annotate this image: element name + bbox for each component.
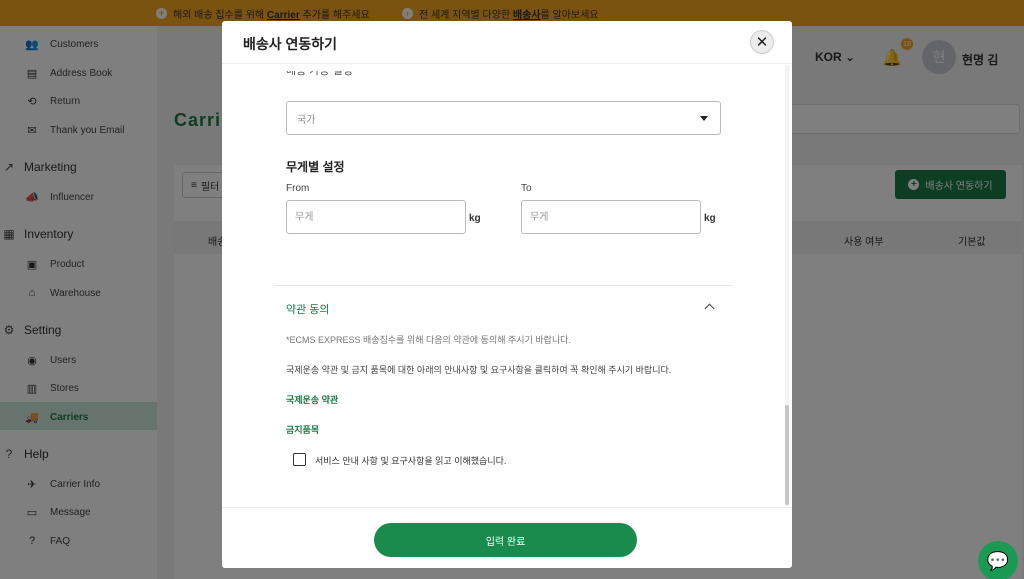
weight-section-title: 무게별 설정 — [286, 160, 345, 174]
agree-checkbox[interactable] — [293, 453, 306, 466]
weight-to-input[interactable] — [521, 200, 701, 234]
terms-intro: *ECMS EXPRESS 배송집수를 위해 다음의 약관에 동의해 주시기 바… — [286, 335, 571, 345]
country-select[interactable]: 국가 — [286, 101, 721, 135]
modal-footer: 입력 완료 — [222, 507, 792, 568]
international-terms-link[interactable]: 국제운송 약관 — [286, 393, 338, 406]
from-label: From — [286, 183, 310, 194]
close-button[interactable]: ✕ — [750, 30, 774, 54]
scrollbar-thumb[interactable] — [785, 405, 789, 505]
weight-from-input[interactable] — [286, 200, 466, 234]
weight-to-unit: kg — [704, 213, 716, 224]
close-icon: ✕ — [755, 34, 769, 51]
caret-down-icon — [700, 116, 708, 121]
weight-from-unit: kg — [469, 213, 481, 224]
prohibited-items-link[interactable]: 금지품목 — [286, 423, 319, 436]
to-label: To — [521, 183, 532, 194]
carrier-connect-modal: 배송사 연동하기 ✕ 배송 가능 설정 국가 무게별 설정 From kg To… — [222, 21, 792, 568]
terms-notice: 국제운송 약관 및 금지 품목에 대한 아래의 안내사항 및 요구사항을 클릭하… — [286, 365, 672, 375]
chat-icon[interactable]: 💬 — [978, 541, 1018, 579]
agree-label[interactable]: 서비스 안내 사항 및 요구사항을 읽고 이해했습니다. — [315, 454, 506, 467]
chevron-up-icon[interactable] — [704, 303, 715, 314]
terms-section-toggle[interactable]: 약관 동의 — [286, 301, 330, 317]
modal-scrollbar[interactable] — [785, 65, 789, 506]
modal-header: 배송사 연동하기 ✕ — [222, 21, 792, 64]
submit-button[interactable]: 입력 완료 — [374, 523, 637, 557]
modal-title: 배송사 연동하기 — [243, 36, 338, 52]
modal-body[interactable]: 배송 가능 설정 국가 무게별 설정 From kg To kg 약관 동의 *… — [222, 65, 792, 506]
section-divider — [275, 285, 732, 286]
shipping-region-label: 배송 가능 설정 — [286, 71, 353, 77]
